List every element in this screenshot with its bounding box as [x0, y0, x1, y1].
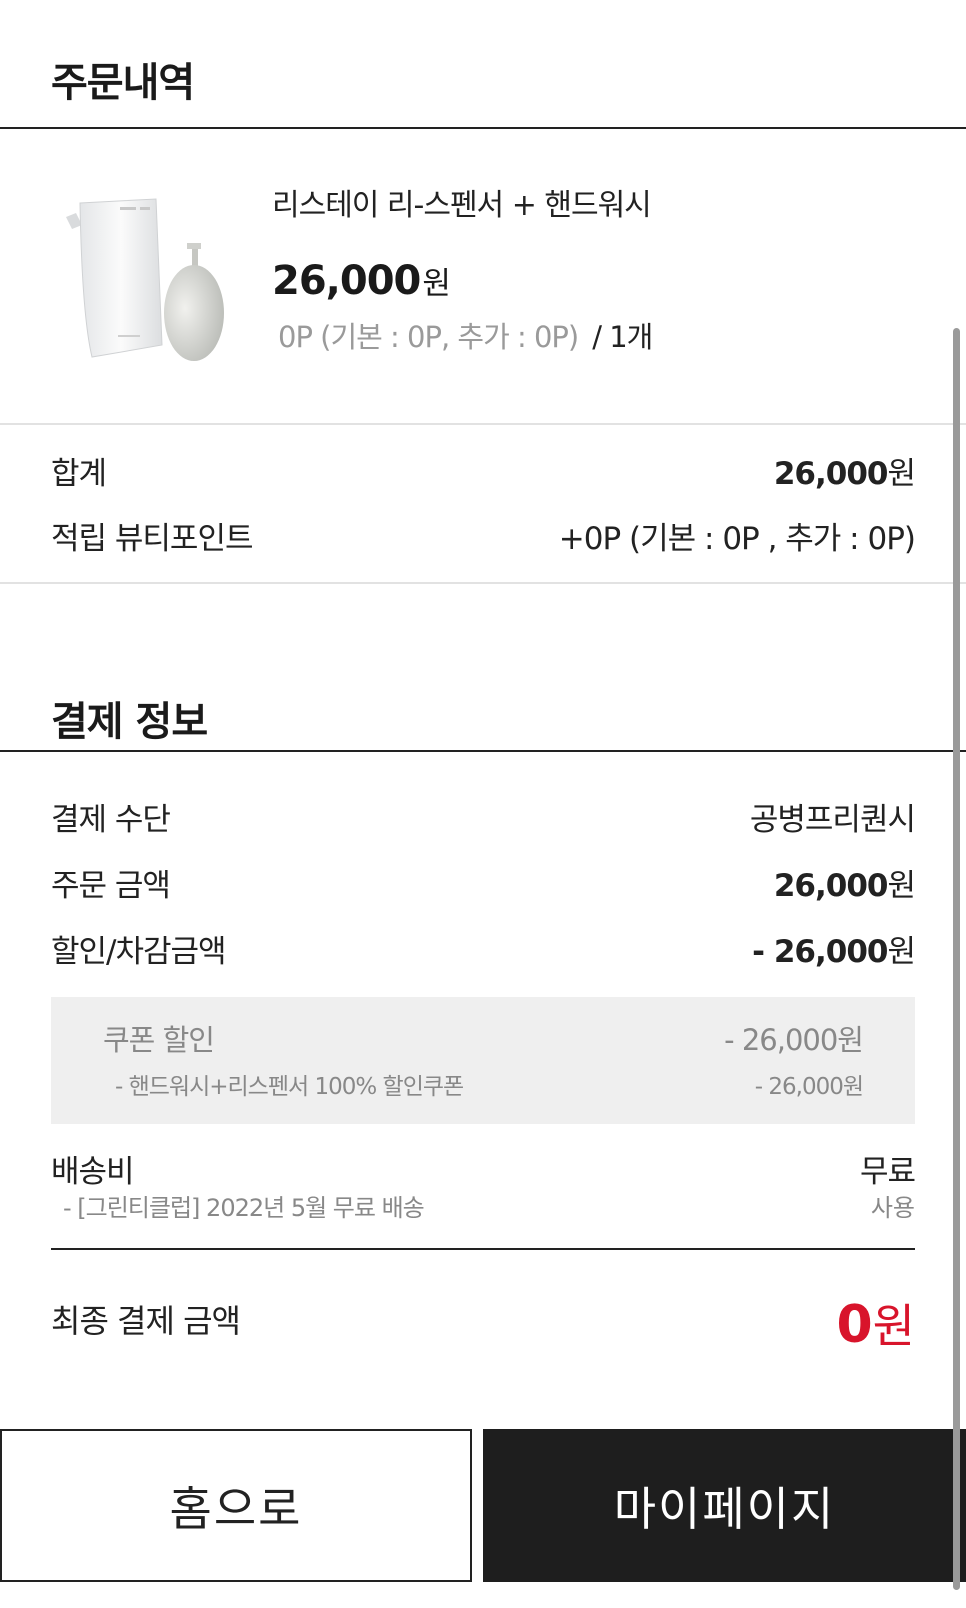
final-amount-value: 0원 [836, 1290, 915, 1356]
payment-method-row: 결제 수단 공병프리퀀시 [51, 794, 916, 838]
payment-method-label: 결제 수단 [51, 801, 171, 838]
payment-section-title: 결제 정보 [51, 699, 208, 745]
shipping-label: 배송비 [51, 1153, 135, 1190]
points-value: +0P (기본 : 0P , 추가 : 0P) [558, 520, 916, 557]
mypage-button[interactable]: 마이페이지 [483, 1429, 966, 1582]
payment-method-value: 공병프리퀀시 [749, 801, 916, 838]
coupon-discount-box: 쿠폰 할인 - 26,000원 - 핸드워시+리스펜서 100% 할인쿠폰 - … [51, 997, 915, 1124]
product-price: 26,000원 [272, 258, 451, 304]
product-price-amount: 26,000 [272, 258, 421, 304]
section-divider [0, 750, 966, 752]
coupon-label: 쿠폰 할인 [103, 1023, 215, 1057]
product-image [66, 195, 236, 370]
section-divider [0, 127, 966, 129]
order-section-title: 주문내역 [51, 60, 195, 106]
total-value: 26,000원 [773, 455, 916, 492]
scrollbar[interactable] [953, 328, 960, 1590]
final-amount-unit: 원 [872, 1299, 915, 1353]
divider [0, 423, 966, 425]
shipping-value: 무료 [859, 1153, 916, 1190]
final-amount-number: 0 [836, 1295, 873, 1355]
coupon-row: 쿠폰 할인 - 26,000원 [103, 1017, 864, 1059]
final-amount-label: 최종 결제 금액 [51, 1302, 241, 1340]
shipping-detail-value: 사용 [870, 1194, 915, 1222]
coupon-detail-row: - 핸드워시+리스펜서 100% 할인쿠폰 - 26,000원 [115, 1067, 864, 1101]
points-row: 적립 뷰티포인트 +0P (기본 : 0P , 추가 : 0P) [51, 513, 916, 557]
final-divider [51, 1248, 915, 1250]
points-label: 적립 뷰티포인트 [51, 520, 253, 557]
product-points-text: 0P (기본 : 0P, 추가 : 0P) [278, 320, 579, 354]
coupon-detail: - 핸드워시+리스펜서 100% 할인쿠폰 [115, 1074, 464, 1100]
shipping-row: 배송비 무료 [51, 1146, 916, 1190]
discount-label: 할인/차감금액 [51, 933, 227, 970]
product-points: 0P (기본 : 0P, 추가 : 0P) / 1개 [278, 314, 653, 356]
order-amount-row: 주문 금액 26,000원 [51, 860, 916, 904]
total-row: 합계 26,000원 [51, 448, 916, 492]
home-button[interactable]: 홈으로 [0, 1429, 472, 1582]
order-amount-label: 주문 금액 [51, 867, 171, 904]
divider [0, 582, 966, 584]
shipping-detail: - [그린티클럽] 2022년 5월 무료 배송 [63, 1194, 425, 1222]
discount-value: - 26,000원 [752, 933, 916, 970]
coupon-detail-value: - 26,000원 [754, 1074, 864, 1100]
product-price-unit: 원 [422, 266, 451, 302]
product-name[interactable]: 리스테이 리-스펜서 + 핸드워시 [272, 180, 652, 224]
coupon-value: - 26,000원 [724, 1023, 864, 1057]
order-amount-value: 26,000원 [773, 867, 916, 904]
product-quantity: / 1개 [592, 320, 653, 354]
total-label: 합계 [51, 455, 107, 492]
discount-row: 할인/차감금액 - 26,000원 [51, 926, 916, 970]
